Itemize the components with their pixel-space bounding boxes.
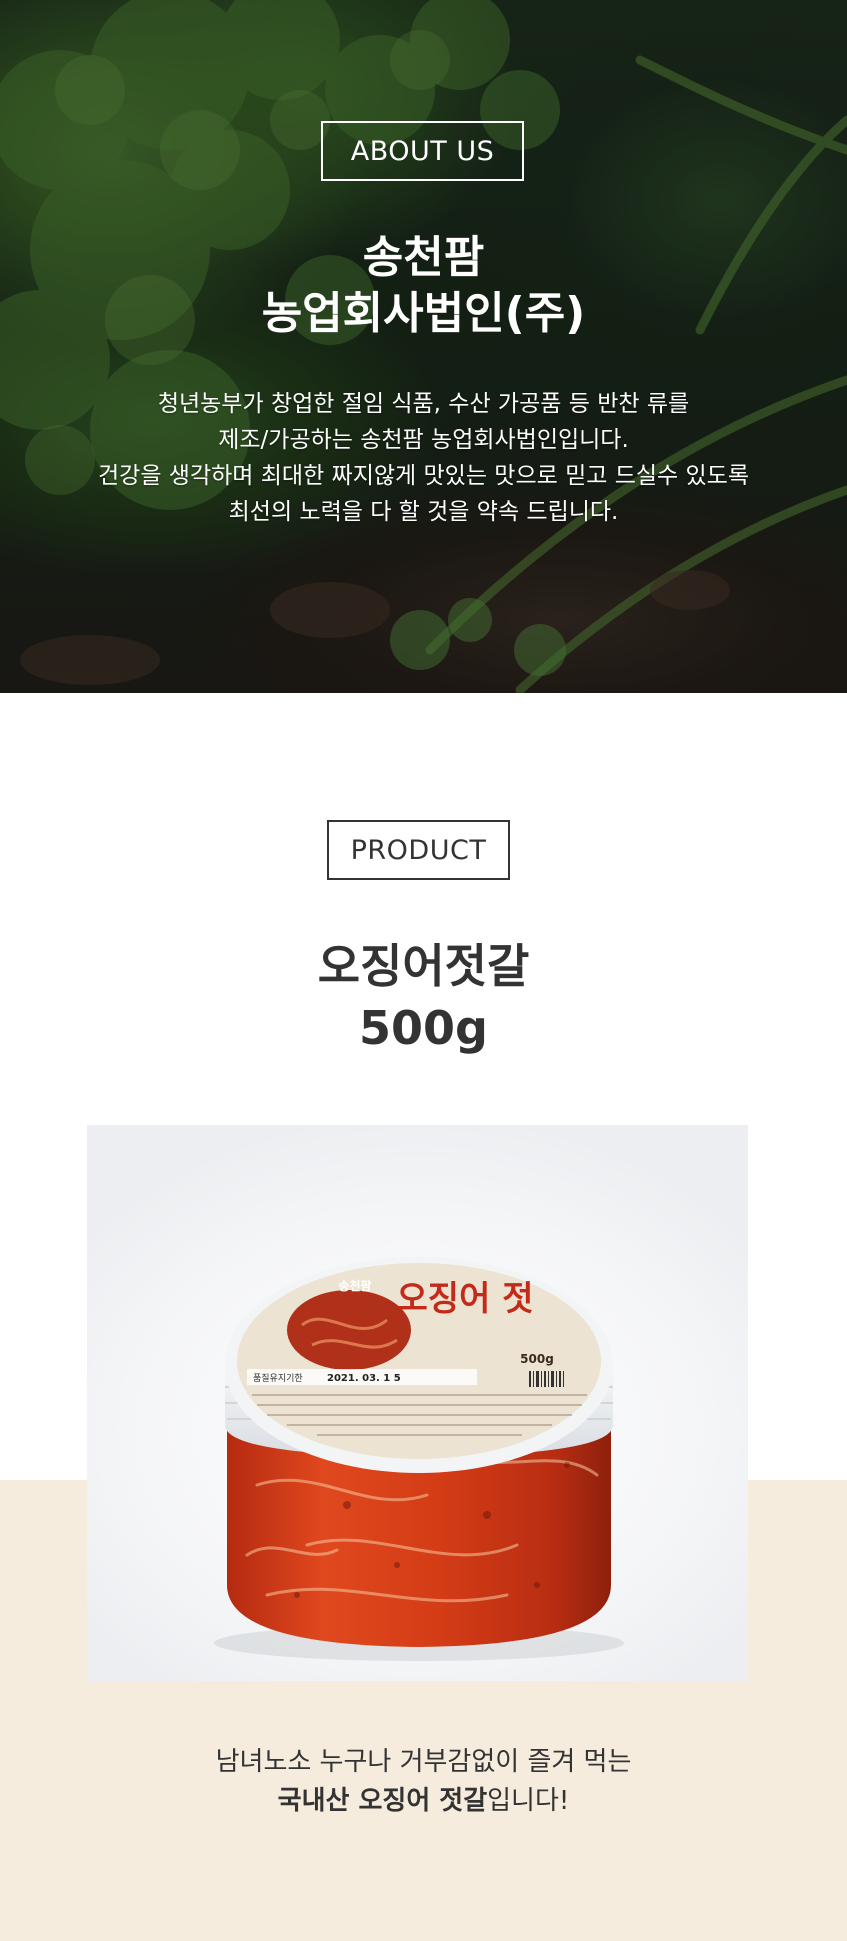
about-us-label: ABOUT US [321, 121, 524, 181]
about-description-line2: 제조/가공하는 송천팜 농업회사법인입니다. [218, 427, 629, 453]
product-description-line1: 남녀노소 누구나 거부감없이 즐겨 먹는 [215, 1747, 632, 1777]
company-name-line2: 농업회사법인(주) [261, 288, 586, 339]
product-description-suffix: 입니다! [487, 1786, 570, 1816]
product-description-highlight: 국내산 오징어 젓갈 [277, 1786, 488, 1816]
jar-label-product-name: 오징어 젓 [397, 1279, 534, 1319]
about-description-line4: 최선의 노력을 다 할 것을 약속 드립니다. [228, 499, 619, 525]
product-description-line2: 국내산 오징어 젓갈입니다! [0, 1782, 847, 1820]
company-name-line1: 송천팜 [362, 232, 485, 283]
about-description-line1: 청년농부가 창업한 절임 식품, 수산 가공품 등 반찬 류를 [157, 391, 690, 417]
product-weight: 500g [359, 1001, 488, 1055]
squid-jeotgal-jar-image: 오징어 젓 송천팜 500g 품질유지기한 2021. 03. 1 5 [214, 1257, 624, 1661]
jar-label-weight: 500g [520, 1352, 554, 1366]
product-photo: 오징어 젓 송천팜 500g 품질유지기한 2021. 03. 1 5 [87, 1125, 748, 1681]
about-content: ABOUT US 송천팜 농업회사법인(주) 청년농부가 창업한 절임 식품, … [0, 0, 847, 693]
jar-label-brand: 송천팜 [338, 1278, 371, 1293]
about-hero-section: ABOUT US 송천팜 농업회사법인(주) 청년농부가 창업한 절임 식품, … [0, 0, 847, 693]
product-name: 오징어젓갈 [317, 939, 530, 993]
about-description-line3: 건강을 생각하며 최대한 짜지않게 맛있는 맛으로 믿고 드실수 있도록 [98, 463, 749, 489]
jar-label-expiry-date: 2021. 03. 1 5 [327, 1373, 401, 1384]
jar-label-expiry-label: 품질유지기한 [253, 1372, 303, 1384]
product-label: PRODUCT [327, 820, 510, 880]
